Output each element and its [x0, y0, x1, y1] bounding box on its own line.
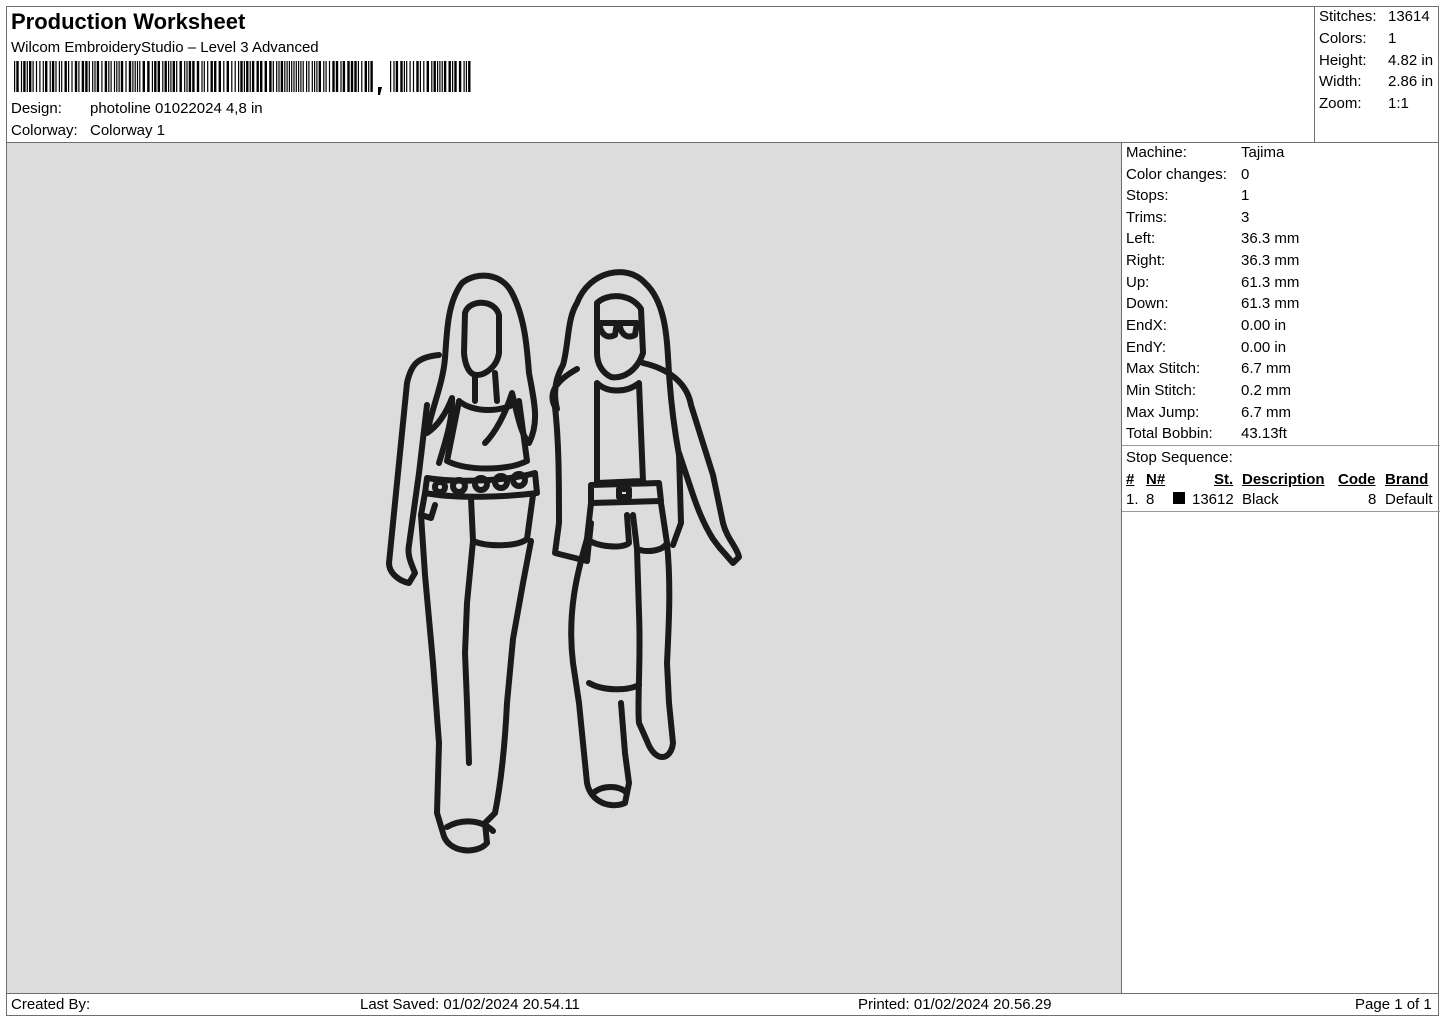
info-row-max-jump: Max Jump: 6.7 mm: [1126, 404, 1292, 421]
summary-row: Zoom: 1:1: [1319, 95, 1409, 112]
summary-row: Width: 2.86 in: [1319, 73, 1434, 90]
info-row-color-changes: Color changes: 0: [1126, 166, 1250, 183]
col-header-stitches: St.: [1214, 471, 1234, 488]
colorway-row: Colorway: Colorway 1: [11, 122, 165, 139]
stop-sequence-title: Stop Sequence:: [1126, 449, 1233, 466]
summary-row: Colors: 1: [1319, 30, 1397, 47]
info-row-max-stitch: Max Stitch: 6.7 mm: [1126, 360, 1292, 377]
created-by: Created By:: [11, 996, 91, 1013]
thread-color-swatch: [1173, 492, 1185, 504]
col-header-code: Code: [1338, 471, 1376, 488]
colorway-value: Colorway 1: [90, 122, 166, 139]
stitch-summary: Stitches: 13614 Colors: 1 Height: 4.82 in W…: [1314, 6, 1439, 143]
info-row-endy: EndY: 0.00 in: [1126, 339, 1287, 356]
info-row-up: Up: 61.3 mm: [1126, 274, 1300, 291]
row-description: Black: [1242, 491, 1279, 508]
col-header-description: Description: [1242, 471, 1325, 488]
row-brand: Default: [1385, 491, 1433, 508]
info-row-min-stitch: Min Stitch: 0.2 mm: [1126, 382, 1292, 399]
info-row-left: Left: 36.3 mm: [1126, 230, 1300, 247]
worksheet-header: Production Worksheet Wilcom EmbroiderySt…: [6, 6, 1315, 143]
info-row-stops: Stops: 1: [1126, 187, 1250, 204]
summary-row: Height: 4.82 in: [1319, 52, 1434, 69]
worksheet-footer: Created By: Last Saved: 01/02/2024 20.54…: [6, 993, 1439, 1016]
summary-row: Stitches: 13614: [1319, 8, 1430, 25]
row-num: 1.: [1126, 491, 1139, 508]
design-row: Design: photoline 01022024 4,8 in: [11, 100, 263, 117]
page-title: Production Worksheet: [11, 9, 246, 34]
col-header-num: #: [1126, 471, 1135, 488]
info-row-down: Down: 61.3 mm: [1126, 295, 1300, 312]
machine-info-panel: Machine: Tajima Color changes: 0 Stops: 1 T…: [1121, 142, 1440, 994]
row-stitches: 13612: [1192, 491, 1234, 508]
col-header-brand: Brand: [1385, 471, 1429, 488]
page-number: Page 1 of 1: [1355, 996, 1432, 1013]
colorway-label: Colorway:: [11, 122, 78, 139]
printed-date: Printed: 01/02/2024 20.56.29: [858, 996, 1052, 1013]
info-row-machine: Machine: Tajima: [1126, 144, 1285, 161]
info-row-trims: Trims: 3: [1126, 209, 1250, 226]
design-value: photoline 01022024 4,8 in: [90, 100, 263, 117]
design-label: Design:: [11, 100, 62, 117]
last-saved: Last Saved: 01/02/2024 20.54.11: [360, 996, 580, 1013]
embroidery-design-outline: [386, 269, 742, 854]
row-needle: 8: [1146, 491, 1155, 508]
stop-sequence-table: # N# St. Description Code Brand 1. 8 136…: [1122, 470, 1440, 512]
info-row-total-bobbin: Total Bobbin: 43.13ft: [1126, 425, 1287, 442]
info-row-endx: EndX: 0.00 in: [1126, 317, 1287, 334]
divider: [1122, 445, 1440, 446]
design-preview: [6, 142, 1122, 994]
row-code: 8: [1368, 491, 1377, 508]
software-subtitle: Wilcom EmbroideryStudio – Level 3 Advanc…: [11, 39, 319, 56]
col-header-needle: N#: [1146, 471, 1166, 488]
barcode: [14, 61, 471, 95]
info-row-right: Right: 36.3 mm: [1126, 252, 1300, 269]
